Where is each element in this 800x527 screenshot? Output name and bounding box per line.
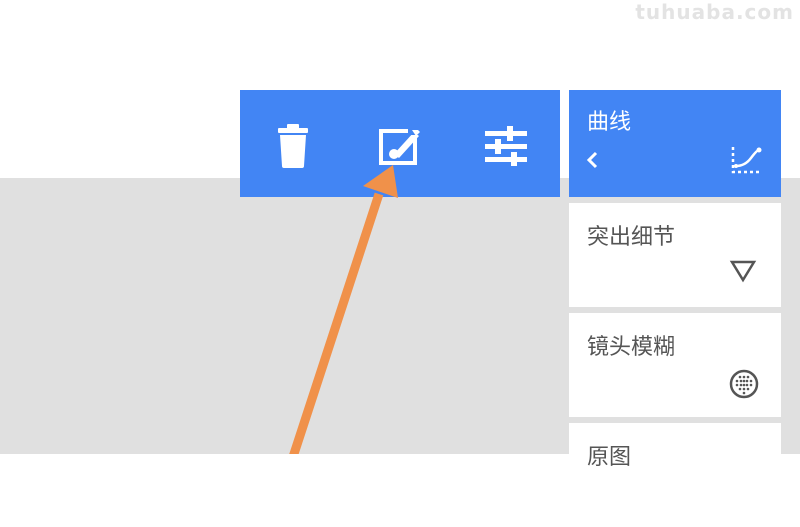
list-item-label: 突出细节: [587, 225, 676, 250]
trash-icon: [276, 124, 310, 168]
list-item-original[interactable]: 原图: [569, 423, 781, 527]
watermark: tuhuaba.com: [635, 0, 794, 24]
chevron-left-icon[interactable]: [585, 150, 599, 174]
list-item-lens-blur[interactable]: 镜头模糊: [569, 313, 781, 417]
adjust-button[interactable]: [478, 118, 534, 174]
edit-toolbar: [240, 90, 560, 197]
triangle-down-icon: [729, 259, 757, 287]
sliders-icon: [485, 126, 527, 166]
list-item-label: 镜头模糊: [587, 335, 676, 360]
list-item-label: 原图: [587, 445, 632, 470]
delete-button[interactable]: [265, 118, 321, 174]
edit-button[interactable]: [372, 118, 428, 174]
panel-title: 曲线: [587, 110, 632, 135]
curve-icon[interactable]: [729, 144, 763, 180]
dotted-circle-icon: [729, 369, 759, 403]
edit-brush-icon: [378, 126, 422, 166]
curves-header[interactable]: 曲线: [569, 90, 781, 197]
list-item-detail[interactable]: 突出细节: [569, 203, 781, 307]
